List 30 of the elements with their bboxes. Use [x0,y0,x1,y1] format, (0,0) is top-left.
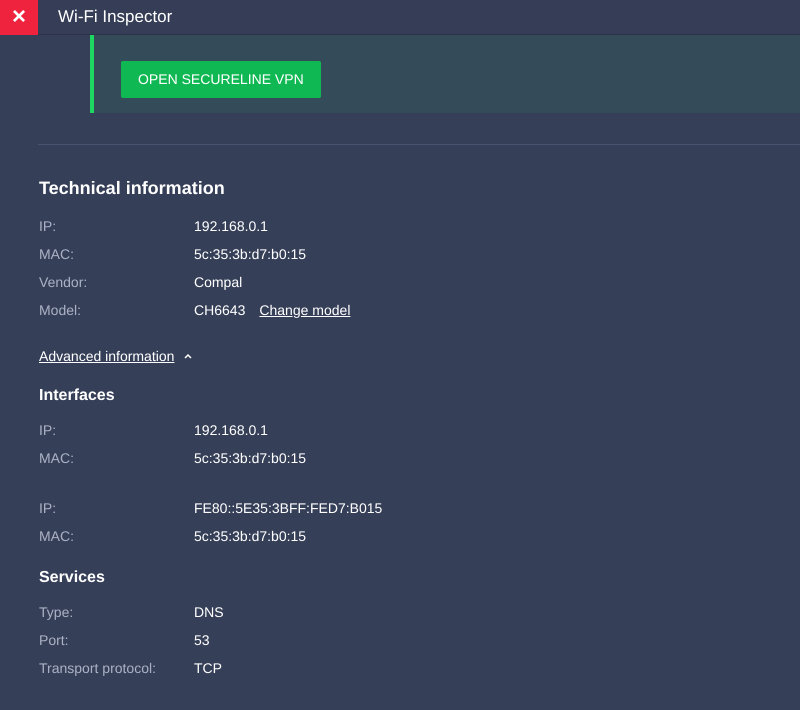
field-label: MAC: [39,244,75,264]
advanced-information-link[interactable]: Advanced information [39,346,174,366]
field-value: DNS [194,602,224,622]
field-value: Compal [194,272,242,292]
field-value: TCP [194,658,222,678]
field-value: 53 [194,630,210,650]
field-label: MAC: [39,448,75,468]
field-label: MAC: [39,526,75,546]
field-value: 5c:35:3b:d7:b0:15 [194,526,306,546]
field-value: 5c:35:3b:d7:b0:15 [194,244,306,264]
field-value: 5c:35:3b:d7:b0:15 [194,448,306,468]
field-value: 192.168.0.1 [194,216,268,236]
field-value: CH6643 [194,300,246,320]
field-value: FE80::5E35:3BFF:FED7:B015 [194,498,382,518]
section-heading: Services [39,568,106,588]
field-value: 192.168.0.1 [194,420,268,440]
field-label: IP: [39,216,58,236]
field-label: Type: [39,602,74,622]
close-button[interactable]: × [0,0,38,34]
section-heading: Interfaces [39,386,116,406]
section-heading: Technical information [39,177,226,200]
field-label: IP: [39,498,58,518]
field-label: Model: [39,300,82,320]
field-label: IP: [39,420,58,440]
chevron-up-icon[interactable] [183,352,194,360]
change-model-link[interactable]: Change model [259,300,350,320]
field-label: Transport protocol: [39,658,157,678]
field-label: Vendor: [39,272,88,292]
field-label: Port: [39,630,70,650]
window-title: Wi-Fi Inspector [58,6,172,28]
